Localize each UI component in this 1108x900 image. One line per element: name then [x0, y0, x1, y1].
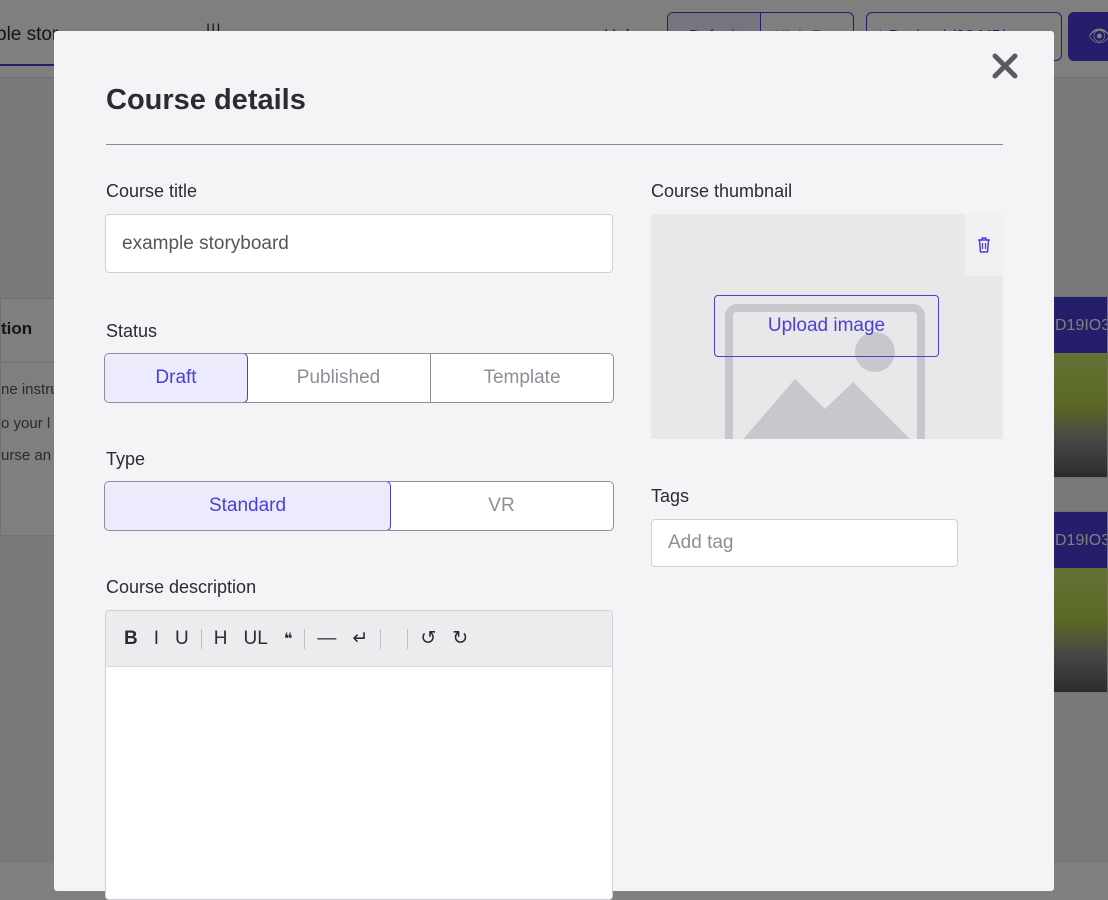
undo-button[interactable]: ↺	[412, 627, 444, 650]
course-description-label: Course description	[106, 577, 257, 597]
delete-thumbnail-button[interactable]	[965, 214, 1003, 276]
blockquote-button[interactable]: ❝	[276, 629, 301, 649]
modal-title: Course details	[106, 84, 306, 116]
type-vr-option[interactable]: VR	[390, 482, 613, 530]
bullet-list-button[interactable]: UL	[235, 628, 275, 650]
toolbar-separator	[304, 628, 306, 649]
close-button[interactable]	[990, 51, 1020, 81]
type-standard-option[interactable]: Standard	[105, 482, 391, 530]
italic-button[interactable]: I	[146, 628, 167, 650]
type-label: Type	[106, 449, 146, 469]
course-title-input[interactable]	[105, 214, 613, 273]
toolbar-separator	[380, 628, 382, 649]
status-template-option[interactable]: Template	[431, 354, 613, 402]
title-divider	[106, 144, 1003, 145]
horizontal-rule-button[interactable]: —	[309, 628, 344, 650]
tags-input[interactable]	[651, 519, 958, 567]
toolbar-separator	[200, 628, 202, 649]
redo-button[interactable]: ↻	[444, 627, 476, 650]
course-title-label: Course title	[106, 181, 198, 201]
status-published-option[interactable]: Published	[247, 354, 431, 402]
type-selector[interactable]: Standard VR	[104, 481, 614, 531]
status-label: Status	[106, 321, 158, 341]
course-thumbnail-label: Course thumbnail	[651, 181, 793, 201]
status-draft-option[interactable]: Draft	[105, 354, 248, 402]
description-editor: B I U H UL ❝ — ↵ ↺ ↻	[105, 610, 613, 900]
status-selector[interactable]: Draft Published Template	[104, 353, 614, 403]
toolbar-separator	[407, 628, 409, 649]
upload-image-button[interactable]: Upload image	[714, 295, 939, 357]
description-text-area[interactable]	[106, 667, 612, 899]
underline-button[interactable]: U	[167, 628, 197, 650]
thumbnail-preview: Upload image	[651, 214, 1003, 439]
course-details-modal: Course details Course title Status Draft…	[54, 31, 1054, 900]
trash-icon	[978, 237, 990, 253]
tags-label: Tags	[651, 486, 690, 506]
editor-toolbar: B I U H UL ❝ — ↵ ↺ ↻	[106, 611, 612, 667]
close-icon	[992, 53, 1018, 79]
heading-button[interactable]: H	[206, 628, 236, 650]
bold-button[interactable]: B	[116, 628, 146, 650]
line-break-button[interactable]: ↵	[344, 627, 376, 650]
